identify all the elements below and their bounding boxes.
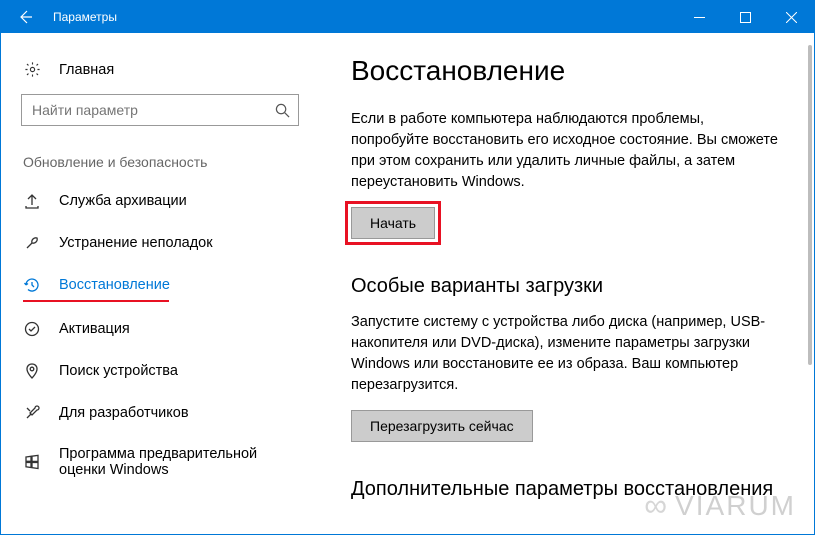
minimize-icon [694,12,705,23]
minimize-button[interactable] [676,1,722,33]
settings-window: Параметры Главная Обновление и безопасно [0,0,815,535]
wrench-icon [23,234,41,252]
sidebar-item-label: Активация [59,321,130,337]
search-input[interactable] [22,102,266,118]
location-icon [23,362,41,380]
close-button[interactable] [768,1,814,33]
advanced-startup-heading: Особые варианты загрузки [351,275,784,298]
checkmark-circle-icon [23,320,41,338]
gear-icon [23,61,41,78]
window-title: Параметры [49,10,117,24]
more-recovery-heading: Дополнительные параметры восстановления [351,478,784,501]
sidebar-item-backup[interactable]: Служба архивации [1,180,321,222]
sidebar-item-label: Служба архивации [59,193,187,209]
sidebar-item-activation[interactable]: Активация [1,308,321,350]
sidebar: Главная Обновление и безопасность Служба… [1,33,321,534]
window-controls [676,1,814,33]
sidebar-item-label: Программа предварительной оценки Windows [59,446,299,478]
sidebar-item-label: Для разработчиков [59,405,189,421]
section-label: Обновление и безопасность [1,134,321,180]
history-icon [23,276,41,294]
scrollbar[interactable] [808,45,812,365]
maximize-icon [740,12,751,23]
upload-icon [23,192,41,210]
sidebar-item-developers[interactable]: Для разработчиков [1,392,321,434]
maximize-button[interactable] [722,1,768,33]
restart-now-button[interactable]: Перезагрузить сейчас [351,410,533,442]
page-title: Восстановление [351,55,784,87]
search-icon [266,103,298,118]
reset-description: Если в работе компьютера наблюдаются про… [351,109,784,193]
main-content: Восстановление Если в работе компьютера … [321,33,814,534]
titlebar: Параметры [1,1,814,33]
windows-icon [23,453,41,471]
home-label: Главная [59,62,114,78]
reset-start-button[interactable]: Начать [351,207,435,239]
sidebar-item-label: Устранение неполадок [59,235,213,251]
search-box[interactable] [21,94,299,126]
home-link[interactable]: Главная [1,53,321,86]
advanced-startup-description: Запустите систему с устройства либо диск… [351,312,784,396]
close-icon [786,12,797,23]
back-arrow-icon [17,9,33,25]
sidebar-item-label: Восстановление [59,277,170,293]
tools-icon [23,404,41,422]
sidebar-item-label: Поиск устройства [59,363,178,379]
sidebar-item-troubleshoot[interactable]: Устранение неполадок [1,222,321,264]
sidebar-item-find-device[interactable]: Поиск устройства [1,350,321,392]
back-button[interactable] [1,1,49,33]
annotation-underline [23,300,169,302]
sidebar-item-insider[interactable]: Программа предварительной оценки Windows [1,434,321,490]
